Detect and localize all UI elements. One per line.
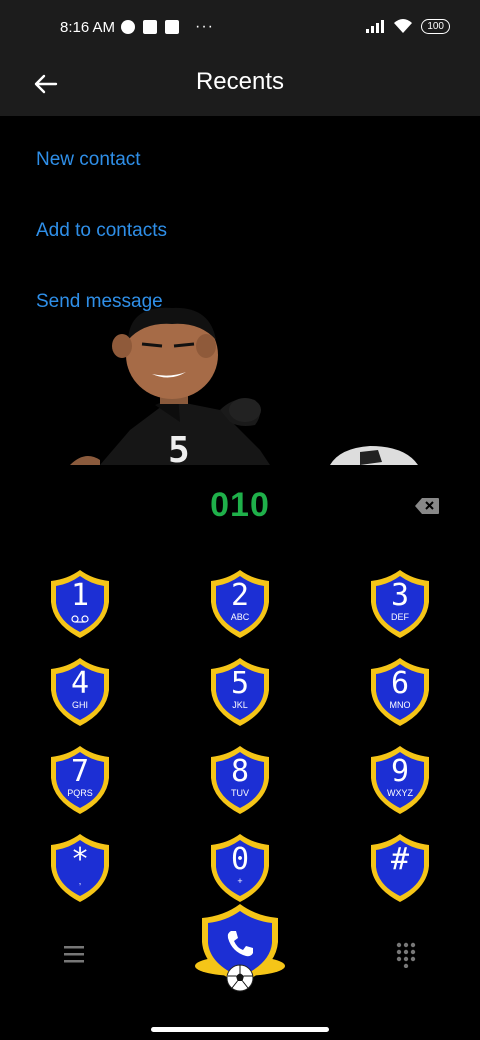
new-contact-link[interactable]: New contact [36, 149, 141, 171]
key-letters: DEF [391, 612, 409, 622]
more-notifications-icon: ··· [195, 18, 214, 35]
dialed-number: 010 [210, 486, 270, 524]
backspace-icon[interactable] [414, 497, 440, 515]
notification-icons: ··· [121, 18, 214, 36]
key-digit: 0 [230, 842, 250, 877]
key-digit: 8 [230, 754, 250, 789]
key-digit: 1 [70, 578, 90, 613]
system-icons: 100 [365, 18, 450, 34]
key-six[interactable]: 6 MNO [368, 656, 432, 728]
send-message-link[interactable]: Send message [36, 291, 163, 313]
key-digit: # [390, 842, 410, 877]
key-digit: 2 [230, 578, 250, 613]
wifi-icon [394, 19, 413, 33]
key-digit: 6 [390, 666, 410, 701]
key-digit: 5 [230, 666, 250, 701]
home-indicator[interactable] [151, 1027, 329, 1032]
page-title: Recents [195, 68, 285, 95]
status-bar: 8:16 AM ··· 100 [0, 0, 480, 56]
battery-indicator: 100 [421, 18, 450, 34]
key-zero[interactable]: 0 + [208, 832, 272, 904]
key-digit: 7 [70, 754, 90, 789]
key-five[interactable]: 5 JKL [208, 656, 272, 728]
key-letters: GHI [71, 700, 88, 710]
key-letters: JKL [232, 700, 248, 710]
key-digit: 4 [70, 666, 90, 701]
key-nine[interactable]: 9 WXYZ [368, 744, 432, 816]
notification-app-icon [121, 20, 135, 34]
theme-illustration: 5 [60, 300, 440, 465]
key-three[interactable]: 3 DEF [368, 568, 432, 640]
key-seven[interactable]: 7 PQRS [48, 744, 112, 816]
key-star[interactable]: *, [48, 832, 112, 904]
key-digit: 9 [390, 754, 410, 789]
key-four[interactable]: 4 GHI [48, 656, 112, 728]
signal-icon [366, 20, 385, 33]
status-time: 8:16 AM [60, 19, 116, 36]
key-two[interactable]: 2 ABC [208, 568, 272, 640]
notification-upload-icon [165, 20, 179, 34]
menu-icon[interactable] [64, 945, 84, 963]
key-digit: 3 [390, 578, 410, 613]
key-letters: ABC [230, 612, 250, 622]
key-letters: , [78, 876, 82, 886]
key-letters: MNO [389, 700, 411, 710]
call-button[interactable] [194, 900, 286, 996]
notification-square-icon [143, 20, 157, 34]
app-bar: Recents [0, 56, 480, 116]
key-hash[interactable]: # [368, 832, 432, 904]
key-eight[interactable]: 8 TUV [208, 744, 272, 816]
key-one[interactable]: 1 [48, 568, 112, 640]
key-letters: PQRS [67, 788, 93, 798]
key-letters: WXYZ [387, 788, 413, 798]
add-to-contacts-link[interactable]: Add to contacts [36, 220, 167, 242]
dialpad-icon[interactable] [396, 942, 416, 968]
soccer-ball-icon [226, 964, 254, 992]
voicemail-icon [71, 615, 89, 623]
key-letters: + [237, 876, 243, 886]
svg-text:5: 5 [168, 430, 190, 465]
key-digit: * [70, 842, 90, 877]
key-letters: TUV [231, 788, 249, 798]
phone-icon [227, 931, 253, 957]
